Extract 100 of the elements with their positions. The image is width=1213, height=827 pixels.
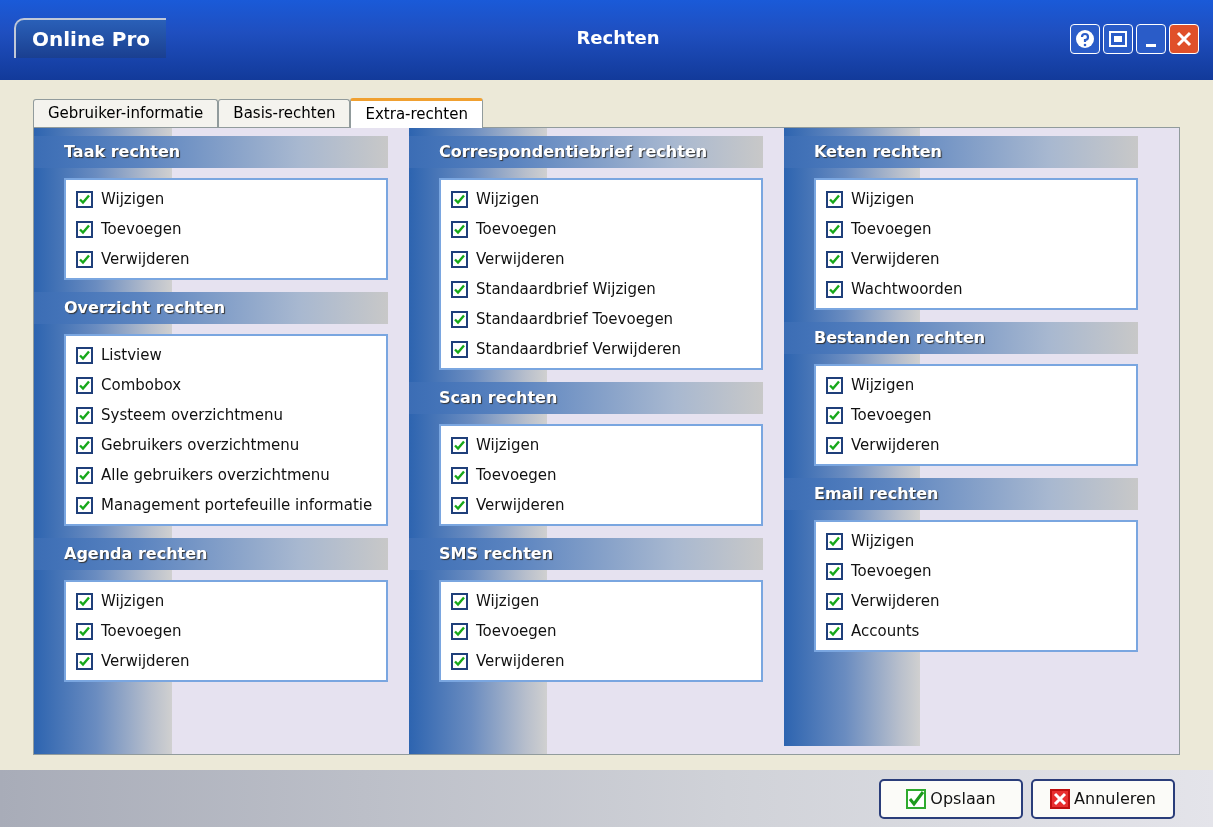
checkbox-label: Toevoegen bbox=[101, 218, 182, 240]
checkbox[interactable] bbox=[451, 652, 468, 670]
checkbox-label: Toevoegen bbox=[476, 620, 557, 642]
checkmark-icon bbox=[79, 223, 90, 235]
checkbox[interactable] bbox=[76, 376, 93, 394]
checkbox-label: Wijzigen bbox=[851, 188, 915, 210]
checkbox-label: Wijzigen bbox=[476, 188, 540, 210]
help-icon bbox=[1075, 29, 1095, 49]
checkbox[interactable] bbox=[451, 622, 468, 640]
checkbox-label: Verwijderen bbox=[851, 248, 940, 270]
checkmark-icon bbox=[829, 379, 840, 391]
checkmark-icon bbox=[79, 469, 90, 481]
checkbox[interactable] bbox=[76, 190, 93, 208]
checkbox-label: Combobox bbox=[101, 374, 182, 396]
checkbox[interactable] bbox=[826, 376, 843, 394]
close-icon bbox=[1175, 30, 1193, 48]
help-button[interactable] bbox=[1070, 24, 1100, 54]
section-title: Correspondentiebrief rechten bbox=[439, 141, 708, 163]
checkmark-icon bbox=[79, 349, 90, 361]
checkbox[interactable] bbox=[76, 466, 93, 484]
tab[interactable]: Basis-rechten bbox=[218, 99, 351, 127]
checkbox[interactable] bbox=[826, 280, 843, 298]
checkmark-icon bbox=[829, 439, 840, 451]
section-title: Overzicht rechten bbox=[64, 297, 226, 319]
checkbox-label: Wijzigen bbox=[851, 374, 915, 396]
checkmark-icon bbox=[829, 595, 840, 607]
checkbox[interactable] bbox=[451, 466, 468, 484]
checkmark-icon bbox=[454, 193, 465, 205]
checkbox[interactable] bbox=[826, 436, 843, 454]
checkbox[interactable] bbox=[826, 250, 843, 268]
checkmark-icon bbox=[79, 655, 90, 667]
checkbox[interactable] bbox=[451, 436, 468, 454]
checkbox[interactable] bbox=[826, 532, 843, 550]
checkbox[interactable] bbox=[451, 592, 468, 610]
checkbox[interactable] bbox=[451, 190, 468, 208]
checkbox[interactable] bbox=[451, 220, 468, 238]
checkbox[interactable] bbox=[76, 622, 93, 640]
checkbox-label: Wijzigen bbox=[101, 590, 165, 612]
checkbox[interactable] bbox=[76, 250, 93, 268]
section-title: Scan rechten bbox=[439, 387, 558, 409]
checkbox[interactable] bbox=[451, 310, 468, 328]
save-button[interactable]: Opslaan bbox=[879, 778, 1023, 819]
section-title: Email rechten bbox=[814, 483, 939, 505]
checkmark-icon bbox=[79, 625, 90, 637]
cancel-button[interactable]: Annuleren bbox=[1031, 778, 1175, 819]
checkbox[interactable] bbox=[826, 562, 843, 580]
checkbox[interactable] bbox=[451, 340, 468, 358]
checkmark-icon bbox=[454, 439, 465, 451]
checkmark-icon bbox=[454, 595, 465, 607]
checkmark-icon bbox=[829, 223, 840, 235]
checkbox-label: Toevoegen bbox=[476, 464, 557, 486]
minimize-button[interactable] bbox=[1136, 24, 1166, 54]
checkmark-icon bbox=[454, 469, 465, 481]
checkmark-icon bbox=[829, 565, 840, 577]
checkmark-icon bbox=[79, 409, 90, 421]
checkmark-icon bbox=[79, 379, 90, 391]
checkbox[interactable] bbox=[76, 652, 93, 670]
checkbox-label: Verwijderen bbox=[851, 434, 940, 456]
close-button[interactable] bbox=[1169, 24, 1199, 54]
checkbox[interactable] bbox=[76, 346, 93, 364]
checkbox-label: Toevoegen bbox=[851, 218, 932, 240]
checkbox[interactable] bbox=[826, 622, 843, 640]
section-title: Agenda rechten bbox=[64, 543, 208, 565]
section-title: Bestanden rechten bbox=[814, 327, 986, 349]
screenshot-button[interactable] bbox=[1103, 24, 1133, 54]
checkbox[interactable] bbox=[76, 220, 93, 238]
checkbox[interactable] bbox=[76, 406, 93, 424]
checkbox-label: Verwijderen bbox=[101, 650, 190, 672]
checkbox[interactable] bbox=[826, 220, 843, 238]
checkbox[interactable] bbox=[76, 496, 93, 514]
checkbox[interactable] bbox=[451, 250, 468, 268]
tab[interactable]: Gebruiker-informatie bbox=[33, 99, 219, 127]
checkmark-icon bbox=[79, 595, 90, 607]
checkmark-icon bbox=[79, 253, 90, 265]
checkbox-label: Verwijderen bbox=[476, 650, 565, 672]
checkbox-label: Standaardbrief Toevoegen bbox=[476, 308, 674, 330]
checkbox[interactable] bbox=[451, 280, 468, 298]
checkbox-label: Wijzigen bbox=[851, 530, 915, 552]
checkmark-icon bbox=[79, 499, 90, 511]
checkbox-label: Wijzigen bbox=[476, 434, 540, 456]
checkmark-icon bbox=[454, 253, 465, 265]
checkbox[interactable] bbox=[451, 496, 468, 514]
tab[interactable]: Extra-rechten bbox=[350, 98, 483, 128]
checkbox[interactable] bbox=[76, 592, 93, 610]
checkbox-label: Alle gebruikers overzichtmenu bbox=[101, 464, 330, 486]
checkmark-icon bbox=[829, 283, 840, 295]
section-title: SMS rechten bbox=[439, 543, 554, 565]
checkbox-label: Standaardbrief Verwijderen bbox=[476, 338, 681, 360]
checkmark-icon bbox=[454, 499, 465, 511]
checkmark-icon bbox=[906, 788, 927, 809]
checkbox-label: Wachtwoorden bbox=[851, 278, 963, 300]
checkmark-icon bbox=[829, 409, 840, 421]
checkbox[interactable] bbox=[76, 436, 93, 454]
checkbox[interactable] bbox=[826, 592, 843, 610]
checkbox[interactable] bbox=[826, 406, 843, 424]
checkbox-label: Wijzigen bbox=[101, 188, 165, 210]
checkbox-label: Toevoegen bbox=[101, 620, 182, 642]
checkbox-label: Verwijderen bbox=[476, 248, 565, 270]
checkbox[interactable] bbox=[826, 190, 843, 208]
checkbox-label: Verwijderen bbox=[851, 590, 940, 612]
